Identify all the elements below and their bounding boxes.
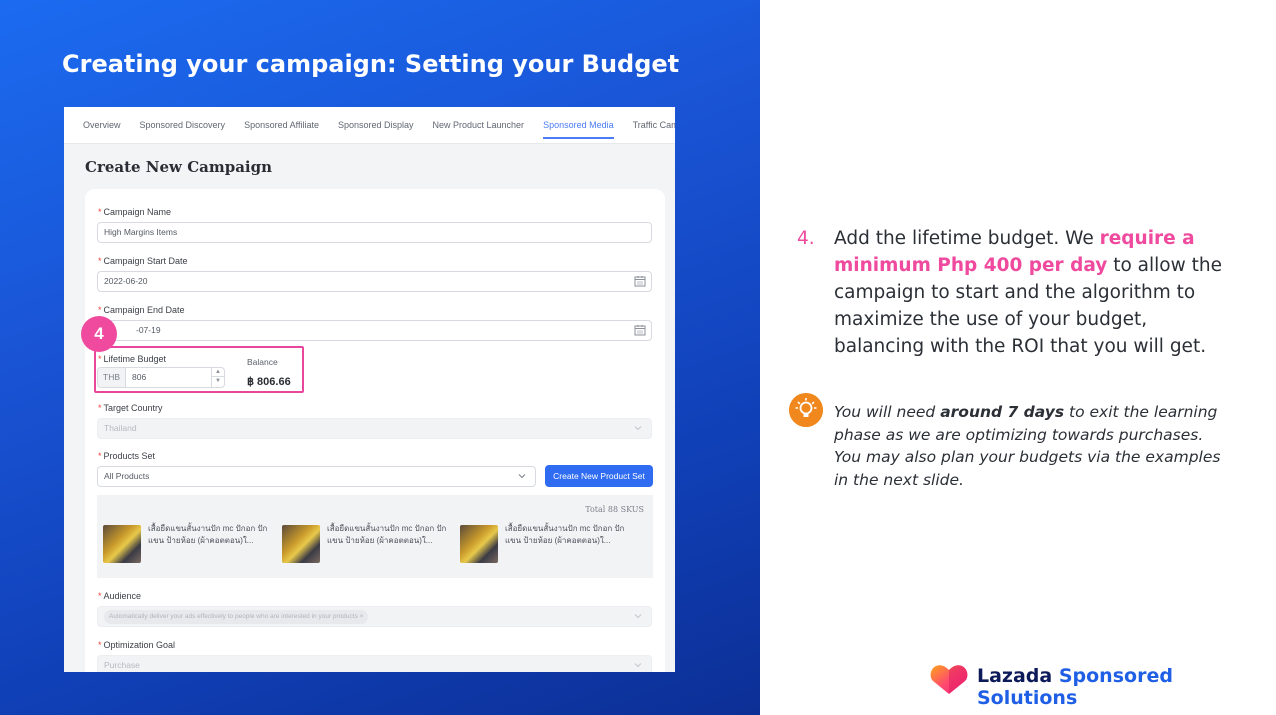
- start-date-input[interactable]: 2022-06-20: [97, 271, 652, 292]
- product-name: เสื้อยืดแขนสั้นงานปัก mc ปักอก ปักแขน ป้…: [505, 524, 625, 545]
- tab-sponsored-display[interactable]: Sponsored Display: [338, 107, 414, 143]
- chevron-down-icon[interactable]: [517, 471, 527, 481]
- tab-sponsored-media[interactable]: Sponsored Media: [543, 107, 614, 143]
- lightbulb-icon: [789, 393, 823, 427]
- campaign-screenshot: Overview Sponsored Discovery Sponsored A…: [64, 107, 675, 672]
- lazada-heart-logo-icon: [930, 665, 968, 694]
- step-badge: 4: [81, 316, 117, 352]
- slide-title: Creating your campaign: Setting your Bud…: [62, 50, 680, 78]
- product-thumbnail: [282, 525, 320, 563]
- audience-select: Automatically deliver your ads effective…: [97, 606, 652, 627]
- instruction-number: 4.: [797, 228, 815, 249]
- lazada-brand: Lazada Sponsored Solutions: [930, 661, 1250, 709]
- product-card[interactable]: เสื้อยืดแขนสั้นงานปัก mc ปักอก ปักแขน ป้…: [99, 522, 271, 566]
- campaign-form: * Campaign Name High Margins Items * Campa…: [85, 189, 665, 672]
- product-card[interactable]: เสื้อยืดแขนสั้นงานปัก mc ปักอก ปักแขน ป้…: [278, 522, 450, 566]
- product-card[interactable]: เสื้อยืดแขนสั้นงานปัก mc ปักอก ปักแขน ป้…: [456, 522, 628, 566]
- chevron-down-icon: [634, 614, 642, 619]
- tab-overview[interactable]: Overview: [83, 107, 121, 143]
- product-thumbnail: [460, 525, 498, 563]
- optimization-goal-select: Purchase: [97, 655, 652, 672]
- products-set-select[interactable]: All Products: [97, 466, 536, 487]
- tab-new-product-launcher[interactable]: New Product Launcher: [433, 107, 525, 143]
- target-country-value: Thailand: [104, 423, 137, 433]
- chevron-down-icon: [634, 426, 642, 431]
- tab-sponsored-discovery[interactable]: Sponsored Discovery: [140, 107, 226, 143]
- budget-highlight-box: [94, 346, 304, 393]
- product-thumbnail: [103, 525, 141, 563]
- optimization-goal-label: * Optimization Goal: [98, 640, 176, 650]
- campaign-tabs: Overview Sponsored Discovery Sponsored A…: [64, 107, 675, 144]
- tab-sponsored-affiliate[interactable]: Sponsored Affiliate: [244, 107, 319, 143]
- end-date-label: * Campaign End Date: [98, 305, 185, 315]
- target-country-select: Thailand: [97, 418, 652, 439]
- end-date-value: -07-19: [136, 325, 161, 335]
- calendar-icon[interactable]: [634, 324, 646, 336]
- chevron-down-icon: [634, 663, 642, 668]
- tip-text: You will need around 7 days to exit the …: [834, 403, 1221, 489]
- total-skus: Total 88 SKUS: [585, 505, 644, 514]
- end-date-input[interactable]: -07-19: [97, 320, 652, 341]
- product-name: เสื้อยืดแขนสั้นงานปัก mc ปักอก ปักแขน ป้…: [148, 524, 268, 545]
- create-product-set-button[interactable]: Create New Product Set: [545, 465, 653, 487]
- campaign-name-input[interactable]: High Margins Items: [97, 222, 652, 243]
- products-set-value: All Products: [104, 471, 150, 481]
- target-country-label: * Target Country: [98, 403, 163, 413]
- page-title: Create New Campaign: [85, 158, 273, 176]
- campaign-name-label: * Campaign Name: [98, 207, 172, 217]
- start-date-value: 2022-06-20: [104, 276, 148, 286]
- products-preview: Total 88 SKUS เสื้อยืดแขนสั้นงานปัก mc ป…: [97, 495, 653, 578]
- audience-chip: Automatically deliver your ads effective…: [104, 610, 369, 624]
- calendar-icon[interactable]: [634, 275, 646, 287]
- instruction-text: Add the lifetime budget. We require a mi…: [834, 228, 1222, 357]
- brand-name: Lazada Sponsored Solutions: [977, 665, 1173, 709]
- slide-left-panel: Creating your campaign: Setting your Bud…: [0, 0, 760, 715]
- products-set-label: * Products Set: [98, 451, 156, 461]
- audience-label: * Audience: [98, 591, 142, 601]
- product-name: เสื้อยืดแขนสั้นงานปัก mc ปักอก ปักแขน ป้…: [327, 524, 447, 545]
- tab-traffic-campaign[interactable]: Traffic Campaign: [633, 107, 675, 143]
- optimization-goal-value: Purchase: [104, 660, 140, 670]
- start-date-label: * Campaign Start Date: [98, 256, 188, 266]
